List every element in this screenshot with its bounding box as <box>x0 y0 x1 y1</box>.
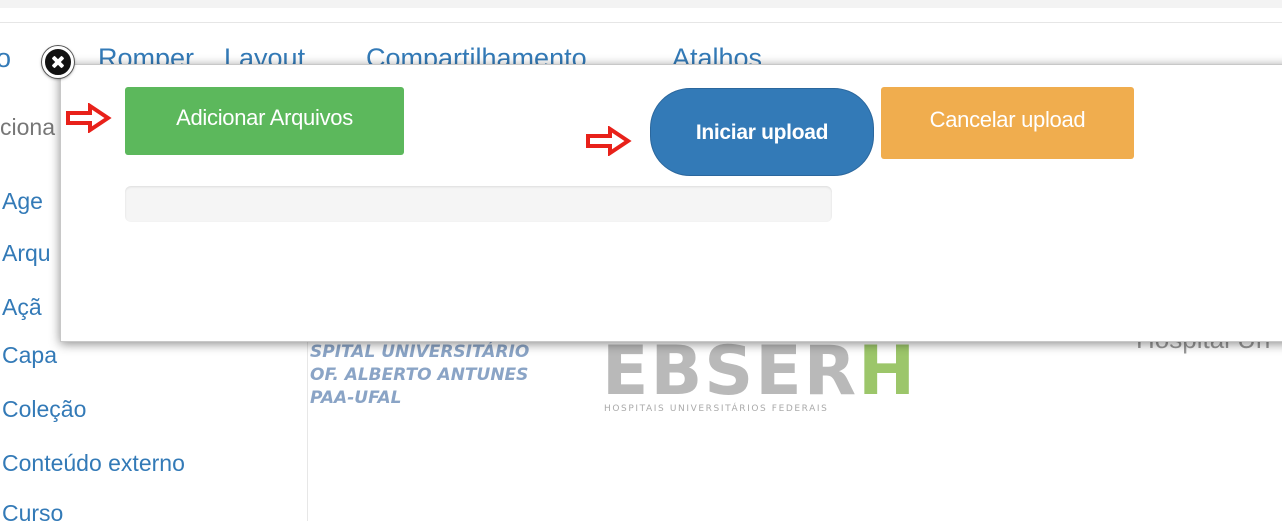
ebserh-logo-subtitle: HOSPITAIS UNIVERSITÁRIOS FEDERAIS <box>604 404 829 414</box>
ebserh-logo: EBSERH HOSPITAIS UNIVERSITÁRIOS FEDERAIS <box>602 338 915 420</box>
hospital-logo-line: OF. ALBERTO ANTUNES <box>310 365 529 385</box>
sidebar-item-capa[interactable]: Capa <box>2 342 57 369</box>
sidebar-item-colecao[interactable]: Coleção <box>2 396 86 423</box>
cancel-upload-button[interactable]: Cancelar upload <box>881 87 1134 159</box>
hospital-logo-line: PAA-UFAL <box>310 388 402 408</box>
arrow-right-icon <box>64 103 112 133</box>
sidebar-item-acao[interactable]: Açã <box>2 294 42 321</box>
ebserh-logo-word: EBSERH <box>602 338 917 406</box>
sidebar-item-conteudo-externo[interactable]: Conteúdo externo <box>2 450 185 477</box>
top-band <box>0 0 1282 8</box>
hospital-logo-line: SPITAL UNIVERSITÁRIO <box>310 342 530 362</box>
sidebar-item-curso[interactable]: Curso <box>2 500 63 521</box>
sidebar-item-arquivo[interactable]: Arqu <box>2 240 51 267</box>
ebserh-logo-main: EBSER <box>602 332 859 411</box>
add-files-button[interactable]: Adicionar Arquivos <box>125 87 404 155</box>
start-upload-button[interactable]: Iniciar upload <box>650 88 874 176</box>
hospital-logo-text: SPITAL UNIVERSITÁRIO OF. ALBERTO ANTUNES… <box>310 341 570 410</box>
close-icon[interactable] <box>42 46 74 78</box>
arrow-right-icon-svg <box>586 126 632 156</box>
arrow-right-icon-svg <box>66 103 112 133</box>
ebserh-logo-accent: H <box>858 332 917 411</box>
top-divider <box>0 22 1282 23</box>
sidebar-item-agenda[interactable]: Age <box>2 188 43 215</box>
upload-progress-bar <box>125 186 832 222</box>
sidebar-category-label: ciona <box>0 114 55 140</box>
arrow-right-icon <box>584 126 632 156</box>
